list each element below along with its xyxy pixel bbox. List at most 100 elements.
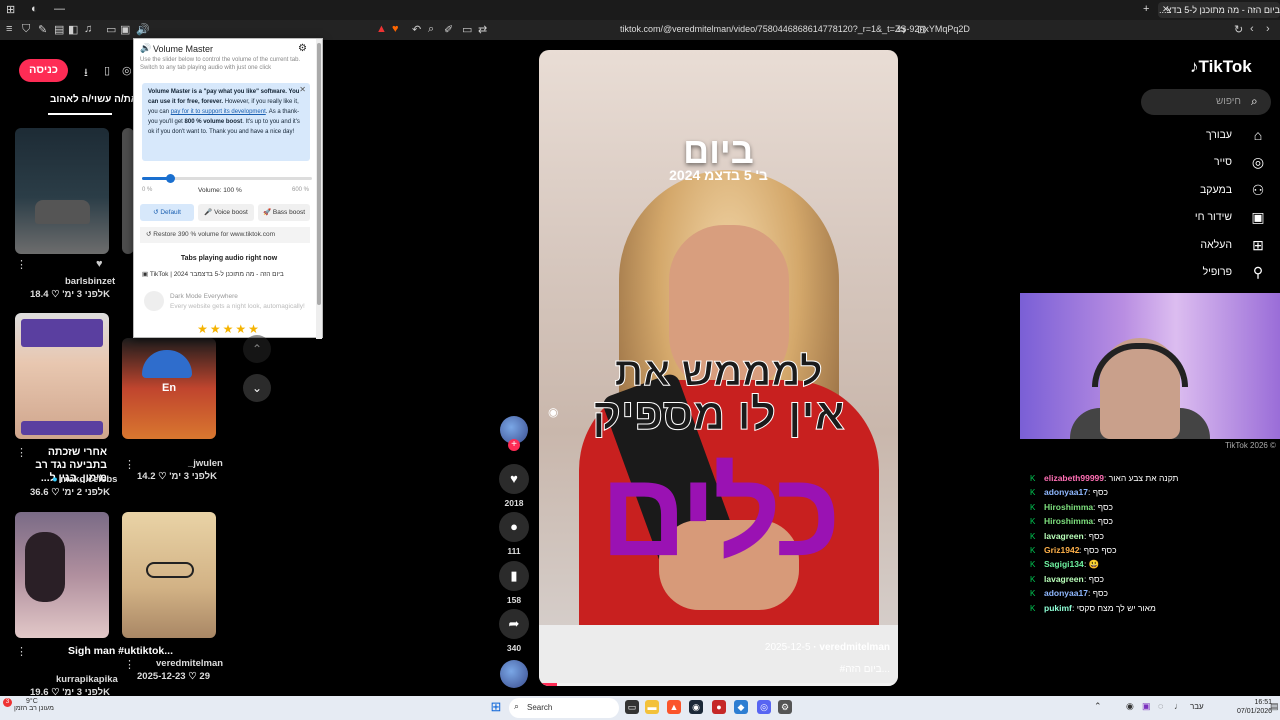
more-icon[interactable]: ⋮	[124, 658, 135, 671]
back-icon[interactable]: ‹	[1250, 23, 1254, 35]
video-thumbnail[interactable]	[15, 128, 109, 254]
taskbar-search[interactable]: Search	[509, 698, 619, 718]
app-icon[interactable]: ●	[712, 700, 726, 714]
compass-icon[interactable]: ◎	[1250, 154, 1266, 170]
windows-start-icon[interactable]: ⊞	[489, 700, 503, 714]
thumb-user[interactable]: _jwulen	[188, 458, 223, 469]
download-icon[interactable]: ⭳	[84, 64, 88, 83]
panel-icon[interactable]: ◧	[68, 23, 78, 36]
thumb-user[interactable]: ● mako.celebs	[52, 474, 117, 485]
voice-boost-button[interactable]: 🎤 Voice boost	[198, 204, 254, 221]
upload-icon[interactable]: ⊞	[1250, 237, 1266, 253]
nav-live[interactable]: שידור חי	[1195, 211, 1232, 223]
app-icon[interactable]: ◆	[734, 700, 748, 714]
video-author[interactable]: 2025-12-5 · veredmitelman	[765, 642, 890, 653]
phone-icon[interactable]: ▯	[104, 64, 110, 77]
video-player[interactable]: ביום ב' 5 בדצמ 2024 למממש את אין לו מספי…	[539, 50, 898, 686]
default-button[interactable]: ↺ Default	[140, 204, 194, 221]
network-icon[interactable]: ◌	[1158, 701, 1163, 711]
volume-master-icon[interactable]: 🔊	[136, 23, 150, 36]
restore-volume-button[interactable]: ↺ Restore 390 % volume for www.tiktok.co…	[140, 227, 310, 243]
volume-slider-knob[interactable]	[166, 174, 176, 183]
tiktok-logo[interactable]: ♪TikTok	[1190, 57, 1252, 77]
language-indicator[interactable]: עבר	[1190, 702, 1204, 711]
volume-slider[interactable]	[142, 174, 312, 183]
browser-back-icon[interactable]: ◐	[31, 3, 38, 15]
search-icon[interactable]: ⌕	[1251, 94, 1258, 109]
more-icon[interactable]: ⋮	[16, 645, 27, 658]
more-icon[interactable]: ⋮	[16, 258, 27, 271]
nav-profile[interactable]: פרופיל	[1203, 266, 1232, 278]
tray-chevron-icon[interactable]: ⌃	[1094, 701, 1102, 712]
save-action[interactable]: ▮ 158	[499, 561, 529, 605]
thumb-user[interactable]: veredmitelman	[156, 658, 223, 669]
comment-icon[interactable]: ●	[499, 512, 529, 542]
window-menu-icon[interactable]: ⊞	[6, 3, 15, 16]
thumb-user[interactable]: kurrapikapika	[56, 674, 118, 685]
tab-liked[interactable]: את/ה עשוי/ה לאהוב	[50, 94, 138, 105]
shield-icon[interactable]: ⛉	[22, 23, 30, 36]
close-icon[interactable]: ✕	[299, 85, 306, 95]
discord-icon[interactable]: ◎	[757, 700, 771, 714]
tray-icon[interactable]: ◉	[1126, 701, 1134, 712]
video-thumbnail[interactable]	[15, 313, 109, 439]
clock[interactable]: 16:51 07/01/2026	[1237, 698, 1272, 716]
rating-stars[interactable]: ★★★★★	[134, 322, 324, 336]
music-disc-icon[interactable]	[500, 660, 528, 688]
nav-following[interactable]: במעקב	[1200, 184, 1232, 196]
minimize-icon[interactable]: —	[54, 3, 65, 15]
video-progress[interactable]	[539, 683, 898, 686]
nav-for-you[interactable]: עבורך	[1206, 129, 1232, 141]
task-view-icon[interactable]: ▭	[625, 700, 639, 714]
nav-upload[interactable]: העלאה	[1200, 239, 1232, 251]
settings-icon[interactable]: ⚙	[778, 700, 792, 714]
vm-pay-link[interactable]: pay for it to support its development	[171, 109, 266, 115]
tabs-icon[interactable]: ▭	[106, 23, 116, 36]
video-thumbnail[interactable]: En	[122, 338, 216, 439]
close-tab-icon[interactable]: ✕	[1162, 4, 1170, 15]
mute-icon[interactable]: ◉	[548, 405, 558, 419]
previous-video-button[interactable]: ⌃	[243, 335, 271, 363]
nav-explore[interactable]: סייר	[1214, 156, 1232, 168]
video-thumbnail[interactable]	[122, 512, 216, 638]
vm-scrollbar[interactable]	[316, 39, 322, 339]
bookmark-icon[interactable]: ▮	[499, 561, 529, 591]
more-icon[interactable]: ⋮	[16, 446, 27, 459]
comment-action[interactable]: ● 111	[499, 512, 529, 556]
notifications-icon[interactable]: ▤	[1270, 701, 1279, 712]
active-tab[interactable]: ביום הזה - מה מתוכנן ל-5 בדצ...	[1158, 2, 1280, 18]
following-icon[interactable]: ⚇	[1250, 182, 1266, 198]
bass-boost-button[interactable]: 🚀 Bass boost	[258, 204, 310, 221]
weather-widget[interactable]: 9°C מעונן רב הזמן	[14, 698, 54, 712]
share-icon[interactable]: ➦	[499, 609, 529, 639]
live-icon[interactable]: ▣	[1250, 209, 1266, 225]
thumb-title[interactable]: Sigh man #uktiktok...	[68, 645, 173, 657]
vm-scroll-thumb[interactable]	[317, 43, 321, 305]
home-icon[interactable]: ⌂	[1250, 127, 1266, 143]
audio-tab-item[interactable]: ▣ TikTok | ביום הזה - מה מתוכנן ל-5 בדצמ…	[142, 270, 284, 278]
video-caption[interactable]: #ביום הזה...	[840, 664, 890, 675]
follow-plus-icon[interactable]: +	[508, 439, 520, 451]
music-icon[interactable]: ♫	[84, 23, 92, 35]
forward-icon[interactable]: ›	[1266, 23, 1270, 35]
pen-icon[interactable]: ✎	[38, 23, 47, 36]
sidebar-icon[interactable]: ▤	[54, 23, 64, 36]
like-action[interactable]: ♥ 2018	[499, 464, 529, 508]
share-action[interactable]: ➦ 340	[499, 609, 529, 653]
dark-mode-promo[interactable]: Dark Mode Everywhere Every website gets …	[144, 291, 312, 313]
video-thumbnail[interactable]	[15, 512, 109, 638]
more-icon[interactable]: ⋮	[124, 458, 135, 471]
next-video-button[interactable]: ⌄	[243, 374, 271, 402]
gear-icon[interactable]: ⚙	[298, 43, 307, 54]
new-tab-icon[interactable]: +	[1143, 3, 1149, 15]
profile-icon[interactable]: ⚲	[1250, 264, 1266, 280]
file-explorer-icon[interactable]: ▬	[645, 700, 659, 714]
url-text[interactable]: tiktok.com/@veredmitelman/video/75804468…	[620, 24, 970, 34]
thumb-user[interactable]: barlsbinzet	[65, 276, 115, 287]
heart-icon[interactable]: ♥	[499, 464, 529, 494]
steam-icon[interactable]: ◉	[689, 700, 703, 714]
mic-icon[interactable]: ♩	[1174, 701, 1183, 711]
login-button[interactable]: כניסה	[19, 59, 68, 82]
brave-browser-icon[interactable]: ▲	[667, 700, 681, 714]
tray-icon[interactable]: ▣	[1142, 701, 1151, 712]
